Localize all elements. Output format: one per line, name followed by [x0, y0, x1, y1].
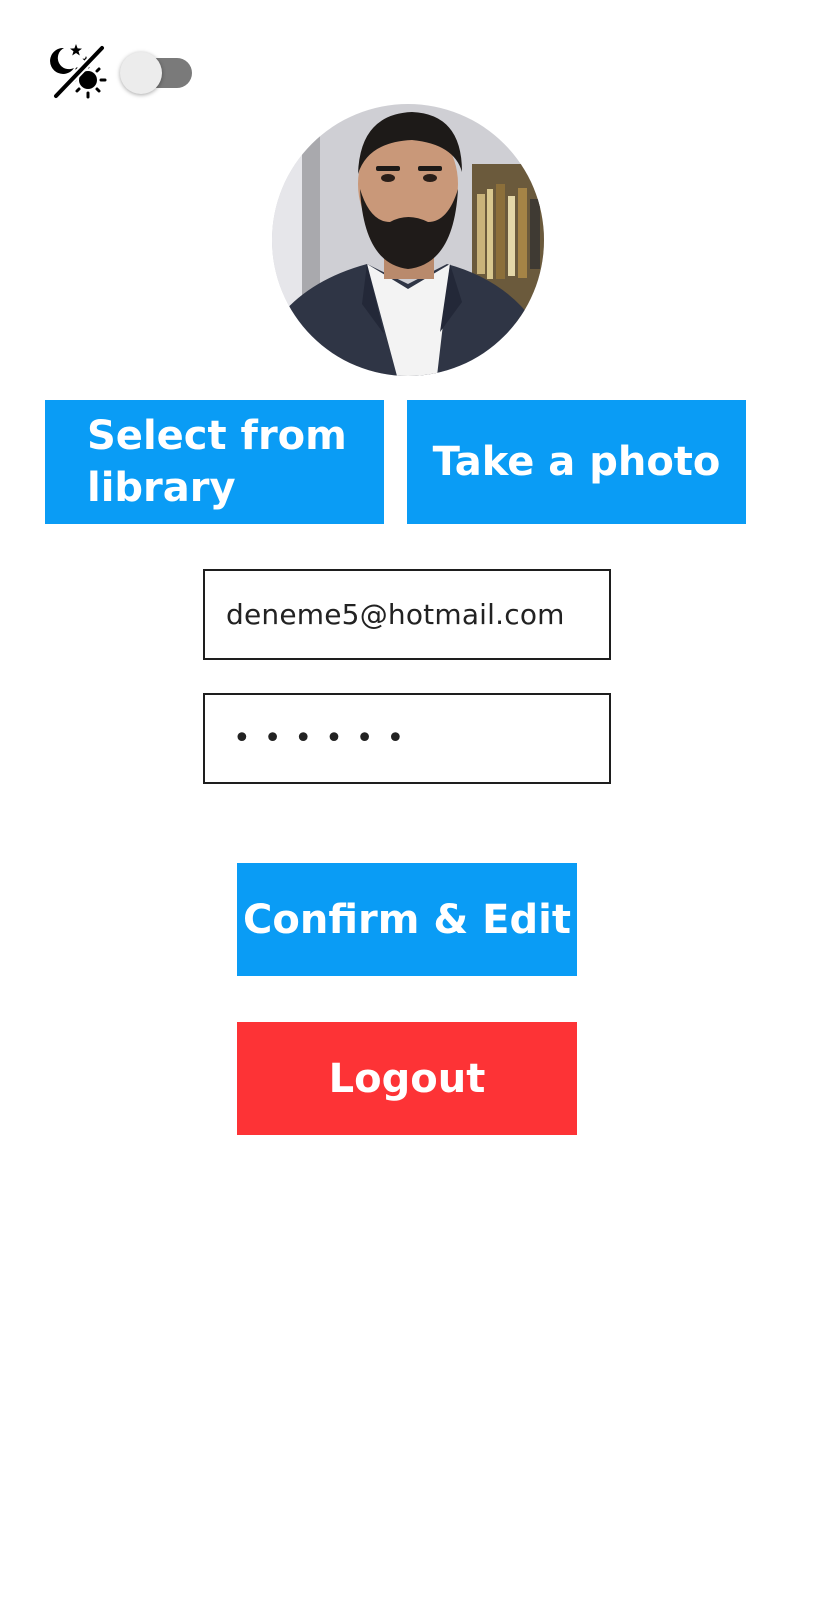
logout-label: Logout	[328, 1055, 486, 1102]
theme-mode-icon	[50, 42, 110, 102]
select-from-library-button[interactable]: Select from library	[45, 400, 384, 524]
take-photo-label: Take a photo	[432, 439, 721, 485]
profile-avatar[interactable]	[272, 104, 544, 376]
password-value: ••••••	[233, 721, 418, 756]
toggle-thumb	[120, 52, 162, 94]
logout-button[interactable]: Logout	[237, 1022, 577, 1135]
password-field[interactable]: ••••••	[203, 693, 611, 784]
confirm-edit-label: Confirm & Edit	[243, 896, 571, 943]
email-value: deneme5@hotmail.com	[226, 598, 565, 631]
confirm-edit-button[interactable]: Confirm & Edit	[237, 863, 577, 976]
email-field[interactable]: deneme5@hotmail.com	[203, 569, 611, 660]
select-from-library-label: Select from library	[87, 413, 347, 511]
dark-mode-toggle[interactable]	[120, 52, 194, 94]
take-photo-button[interactable]: Take a photo	[407, 400, 746, 524]
